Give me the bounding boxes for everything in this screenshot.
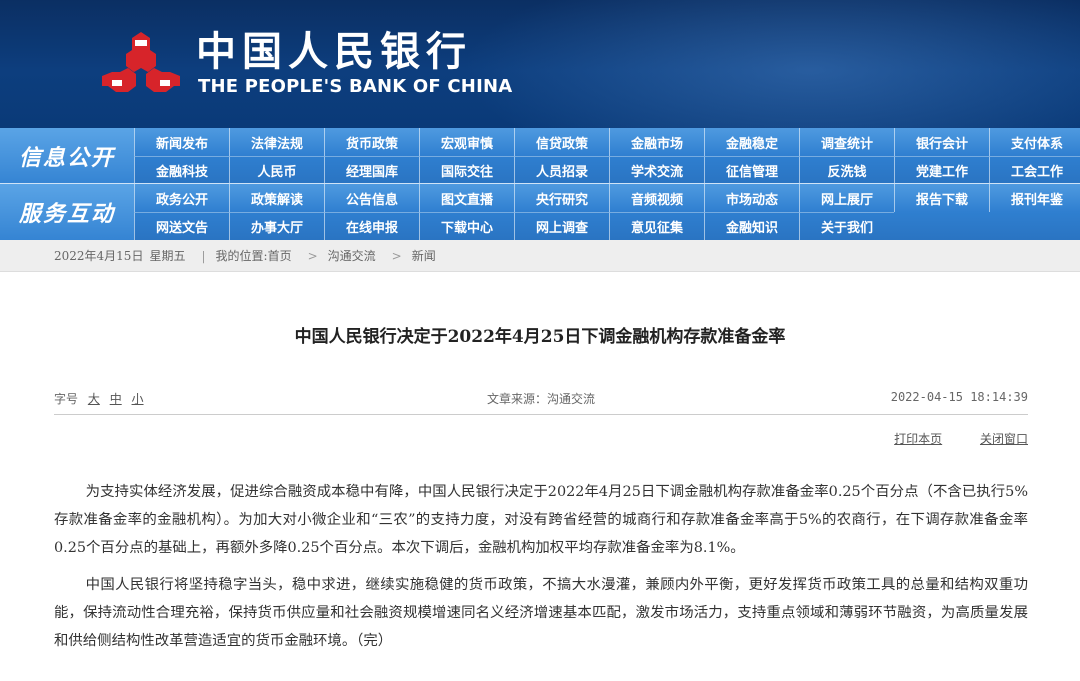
nav-service-title[interactable]: 服务互动 bbox=[0, 184, 134, 240]
nav-service-item[interactable]: 央行研究 bbox=[514, 184, 609, 212]
breadcrumb-divider: | bbox=[201, 248, 206, 263]
breadcrumb: 2022年4月15日 星期五 | 我的位置: 首页 > 沟通交流 > 新闻 bbox=[0, 240, 1080, 272]
nav-service-item[interactable]: 政策解读 bbox=[229, 184, 324, 212]
nav-info-block: 信息公开 新闻发布 法律法规 货币政策 宏观审慎 信贷政策 金融市场 金融稳定 调查统计 银行会… bbox=[0, 128, 1080, 184]
article-title: 中国人民银行决定于2022年4月25日下调金融机构存款准备金率 bbox=[294, 327, 786, 347]
nav-info-item[interactable]: 信贷政策 bbox=[514, 128, 609, 156]
nav-service-item[interactable]: 市场动态 bbox=[704, 184, 799, 212]
nav-info-title[interactable]: 信息公开 bbox=[0, 128, 134, 184]
nav-info-item[interactable]: 宏观审慎 bbox=[419, 128, 514, 156]
nav-service-grid: 政务公开 政策解读 公告信息 图文直播 央行研究 音频视频 市场动态 网上展厅 报告下载 报刊年鉴… bbox=[134, 184, 1080, 240]
article-body: 为支持实体经济发展，促进综合融资成本稳中有降，中国人民银行决定于2022年4月2… bbox=[54, 478, 1028, 664]
nav-service-item[interactable]: 公告信息 bbox=[324, 184, 419, 212]
font-size-medium-button[interactable]: 中 bbox=[110, 392, 122, 406]
nav-service-item[interactable]: 音频视频 bbox=[609, 184, 704, 212]
nav-info-item[interactable]: 支付体系 bbox=[989, 128, 1080, 156]
nav-info-item[interactable]: 人民币 bbox=[229, 156, 324, 184]
breadcrumb-section-link[interactable]: 沟通交流 bbox=[328, 247, 376, 264]
meta-divider bbox=[54, 414, 1028, 415]
breadcrumb-current: 新闻 bbox=[411, 249, 436, 263]
print-page-link[interactable]: 打印本页 bbox=[894, 432, 942, 446]
chevron-right-icon: > bbox=[391, 248, 402, 263]
nav-info-item[interactable]: 法律法规 bbox=[229, 128, 324, 156]
nav-info-item[interactable]: 工会工作 bbox=[989, 156, 1080, 184]
nav-service-item[interactable]: 报刊年鉴 bbox=[989, 184, 1080, 212]
article-datetime: 2022-04-15 18:14:39 bbox=[890, 390, 1028, 404]
close-window-link[interactable]: 关闭窗口 bbox=[980, 432, 1028, 446]
breadcrumb-home-link[interactable]: 首页 bbox=[268, 247, 292, 264]
nav-service-item[interactable]: 网送文告 bbox=[134, 212, 229, 240]
nav-info-item[interactable]: 征信管理 bbox=[704, 156, 799, 184]
bank-name-en: THE PEOPLE'S BANK OF CHINA bbox=[198, 76, 513, 97]
nav-service-item[interactable]: 金融知识 bbox=[704, 212, 799, 240]
nav-service-item[interactable]: 意见征集 bbox=[609, 212, 704, 240]
nav-info-grid: 新闻发布 法律法规 货币政策 宏观审慎 信贷政策 金融市场 金融稳定 调查统计 银行会计 支付体系… bbox=[134, 128, 1080, 184]
nav-service-item[interactable]: 图文直播 bbox=[419, 184, 514, 212]
font-size-label: 字号 bbox=[54, 392, 79, 406]
nav-info-item[interactable]: 新闻发布 bbox=[134, 128, 229, 156]
nav-info-item[interactable]: 学术交流 bbox=[609, 156, 704, 184]
nav-info-item[interactable]: 反洗钱 bbox=[799, 156, 894, 184]
nav-service-item[interactable]: 报告下载 bbox=[894, 184, 989, 212]
nav-info-item[interactable]: 党建工作 bbox=[894, 156, 989, 184]
bank-name-cn: 中国人民银行 bbox=[196, 28, 472, 75]
chevron-right-icon: > bbox=[307, 248, 318, 263]
nav-info-item[interactable]: 金融科技 bbox=[134, 156, 229, 184]
font-size-large-button[interactable]: 大 bbox=[88, 392, 100, 406]
nav-service-block: 服务互动 政务公开 政策解读 公告信息 图文直播 央行研究 音频视频 市场动态 网上展厅 报告下… bbox=[0, 184, 1080, 240]
nav-service-item[interactable]: 网上展厅 bbox=[799, 184, 894, 212]
nav-service-item[interactable]: 在线申报 bbox=[324, 212, 419, 240]
location-label: 我的位置: bbox=[215, 249, 268, 263]
font-size-small-button[interactable]: 小 bbox=[132, 392, 144, 406]
nav-info-item[interactable]: 人员招录 bbox=[514, 156, 609, 184]
nav-service-item[interactable]: 下载中心 bbox=[419, 212, 514, 240]
article-meta: 文章来源：沟通交流 字号 大 中 小 2022-04-15 18:14:39 bbox=[54, 390, 1028, 410]
nav-info-item[interactable]: 金融市场 bbox=[609, 128, 704, 156]
header-glow bbox=[460, 0, 1080, 128]
nav-info-item[interactable]: 货币政策 bbox=[324, 128, 419, 156]
article-actions: 打印本页 关闭窗口 bbox=[860, 430, 1028, 447]
nav-service-item[interactable]: 网上调查 bbox=[514, 212, 609, 240]
nav-info-item[interactable]: 银行会计 bbox=[894, 128, 989, 156]
current-date: 2022年4月15日 bbox=[54, 249, 144, 263]
site-header: 中国人民银行 THE PEOPLE'S BANK OF CHINA bbox=[0, 0, 1080, 128]
nav-info-item[interactable]: 经理国库 bbox=[324, 156, 419, 184]
nav-service-item[interactable]: 关于我们 bbox=[799, 212, 894, 240]
nav-info-item[interactable]: 国际交往 bbox=[419, 156, 514, 184]
pboc-logo-icon[interactable] bbox=[98, 28, 184, 104]
article-paragraph: 为支持实体经济发展，促进综合融资成本稳中有降，中国人民银行决定于2022年4月2… bbox=[54, 484, 1028, 556]
nav-info-item[interactable]: 调查统计 bbox=[799, 128, 894, 156]
nav-info-item[interactable]: 金融稳定 bbox=[704, 128, 799, 156]
nav-service-item[interactable]: 办事大厅 bbox=[229, 212, 324, 240]
current-weekday: 星期五 bbox=[149, 249, 186, 263]
article-paragraph: 中国人民银行将坚持稳字当头，稳中求进，继续实施稳健的货币政策，不搞大水漫灌，兼顾… bbox=[54, 577, 1028, 649]
font-size-control: 字号 大 中 小 bbox=[54, 390, 144, 407]
article-source: 文章来源：沟通交流 bbox=[486, 392, 595, 406]
nav-service-item[interactable]: 政务公开 bbox=[134, 184, 229, 212]
